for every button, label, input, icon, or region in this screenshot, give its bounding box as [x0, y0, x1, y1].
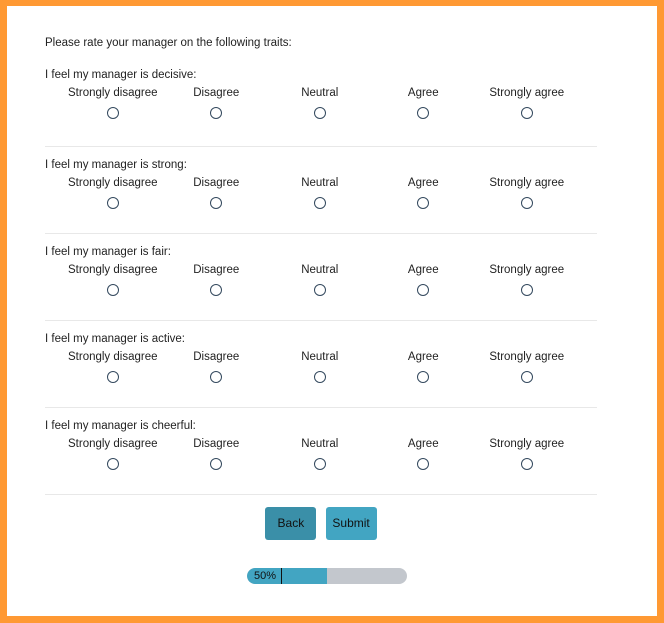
- rating-option[interactable]: Disagree: [165, 176, 269, 212]
- radio-button[interactable]: [520, 458, 533, 470]
- radio-button[interactable]: [313, 197, 326, 209]
- option-label: Agree: [407, 438, 439, 450]
- option-label: Strongly disagree: [68, 264, 158, 276]
- option-label: Disagree: [193, 264, 240, 276]
- radio-button[interactable]: [210, 197, 223, 209]
- radio-button[interactable]: [210, 371, 223, 383]
- rating-option[interactable]: Neutral: [268, 176, 372, 212]
- radio-button[interactable]: [520, 284, 533, 296]
- question-label: I feel my manager is decisive:: [45, 69, 197, 81]
- rating-option[interactable]: Neutral: [268, 350, 372, 386]
- rating-option[interactable]: Disagree: [165, 86, 269, 122]
- option-label: Strongly disagree: [68, 351, 158, 363]
- rating-option[interactable]: Strongly agree: [475, 437, 579, 473]
- rating-options: Strongly disagree Disagree Neutral Agree Str…: [45, 350, 597, 386]
- rating-option[interactable]: Strongly disagree: [61, 350, 165, 386]
- option-label: Neutral: [301, 87, 339, 99]
- nav-buttons: Back Submit: [45, 507, 597, 540]
- radio-button[interactable]: [106, 197, 119, 209]
- rating-options: Strongly disagree Disagree Neutral Agree Str…: [45, 437, 597, 473]
- option-label: Disagree: [193, 177, 240, 189]
- progress-label: 50%: [254, 568, 283, 584]
- radio-button[interactable]: [106, 107, 119, 119]
- radio-button[interactable]: [520, 197, 533, 209]
- option-label: Strongly agree: [489, 264, 565, 276]
- option-label: Strongly agree: [489, 438, 565, 450]
- question-row: I feel my manager is active: Strongly dis…: [45, 321, 597, 408]
- radio-button[interactable]: [520, 371, 533, 383]
- progress-bar: 50%: [247, 568, 407, 584]
- option-label: Agree: [407, 87, 439, 99]
- radio-button[interactable]: [210, 284, 223, 296]
- rating-option[interactable]: Strongly agree: [475, 86, 579, 122]
- radio-button[interactable]: [417, 197, 430, 209]
- rating-option[interactable]: Agree: [372, 176, 476, 212]
- option-label: Strongly disagree: [68, 438, 158, 450]
- rating-option[interactable]: Agree: [372, 86, 476, 122]
- rating-option[interactable]: Neutral: [268, 86, 372, 122]
- option-label: Disagree: [193, 438, 240, 450]
- radio-button[interactable]: [417, 284, 430, 296]
- submit-button[interactable]: Submit: [325, 507, 377, 540]
- back-button[interactable]: Back: [265, 507, 317, 540]
- radio-button[interactable]: [417, 458, 430, 470]
- radio-button[interactable]: [313, 458, 326, 470]
- survey-intro: Please rate your manager on the followin…: [45, 37, 292, 49]
- question-row: I feel my manager is decisive: Strongly d…: [45, 60, 597, 147]
- option-label: Strongly disagree: [68, 87, 158, 99]
- option-label: Disagree: [193, 87, 240, 99]
- option-label: Neutral: [301, 351, 339, 363]
- question-label: I feel my manager is active:: [45, 333, 185, 345]
- question-label: I feel my manager is fair:: [45, 246, 171, 258]
- rating-option[interactable]: Neutral: [268, 263, 372, 299]
- option-label: Neutral: [301, 264, 339, 276]
- question-label: I feel my manager is strong:: [45, 159, 187, 171]
- option-label: Strongly agree: [489, 87, 565, 99]
- rating-option[interactable]: Agree: [372, 437, 476, 473]
- option-label: Agree: [407, 351, 439, 363]
- question-row: I feel my manager is strong: Strongly dis…: [45, 147, 597, 234]
- radio-button[interactable]: [417, 107, 430, 119]
- option-label: Agree: [407, 264, 439, 276]
- option-label: Strongly agree: [489, 351, 565, 363]
- rating-option[interactable]: Strongly disagree: [61, 263, 165, 299]
- rating-option[interactable]: Strongly agree: [475, 350, 579, 386]
- option-label: Strongly disagree: [68, 177, 158, 189]
- rating-option[interactable]: Agree: [372, 263, 476, 299]
- rating-option[interactable]: Strongly agree: [475, 263, 579, 299]
- rating-option[interactable]: Disagree: [165, 437, 269, 473]
- question-row: I feel my manager is fair: Strongly disag…: [45, 234, 597, 321]
- radio-button[interactable]: [417, 371, 430, 383]
- radio-button[interactable]: [313, 284, 326, 296]
- option-label: Neutral: [301, 177, 339, 189]
- rating-option[interactable]: Agree: [372, 350, 476, 386]
- rating-option[interactable]: Disagree: [165, 350, 269, 386]
- rating-option[interactable]: Strongly agree: [475, 176, 579, 212]
- radio-button[interactable]: [313, 107, 326, 119]
- option-label: Disagree: [193, 351, 240, 363]
- radio-button[interactable]: [313, 371, 326, 383]
- option-label: Agree: [407, 177, 439, 189]
- rating-option[interactable]: Strongly disagree: [61, 437, 165, 473]
- radio-button[interactable]: [210, 458, 223, 470]
- rating-options: Strongly disagree Disagree Neutral Agree Str…: [45, 176, 597, 212]
- radio-button[interactable]: [210, 107, 223, 119]
- radio-button[interactable]: [520, 107, 533, 119]
- rating-option[interactable]: Strongly disagree: [61, 176, 165, 212]
- survey-form: Please rate your manager on the followin…: [45, 36, 597, 540]
- option-label: Strongly agree: [489, 177, 565, 189]
- rating-options: Strongly disagree Disagree Neutral Agree Str…: [45, 86, 597, 122]
- question-label: I feel my manager is cheerful:: [45, 420, 196, 432]
- rating-option[interactable]: Disagree: [165, 263, 269, 299]
- radio-button[interactable]: [106, 371, 119, 383]
- radio-button[interactable]: [106, 458, 119, 470]
- rating-option[interactable]: Strongly disagree: [61, 86, 165, 122]
- radio-button[interactable]: [106, 284, 119, 296]
- rating-options: Strongly disagree Disagree Neutral Agree Str…: [45, 263, 597, 299]
- question-row: I feel my manager is cheerful: Strongly d…: [45, 408, 597, 495]
- option-label: Neutral: [301, 438, 339, 450]
- rating-option[interactable]: Neutral: [268, 437, 372, 473]
